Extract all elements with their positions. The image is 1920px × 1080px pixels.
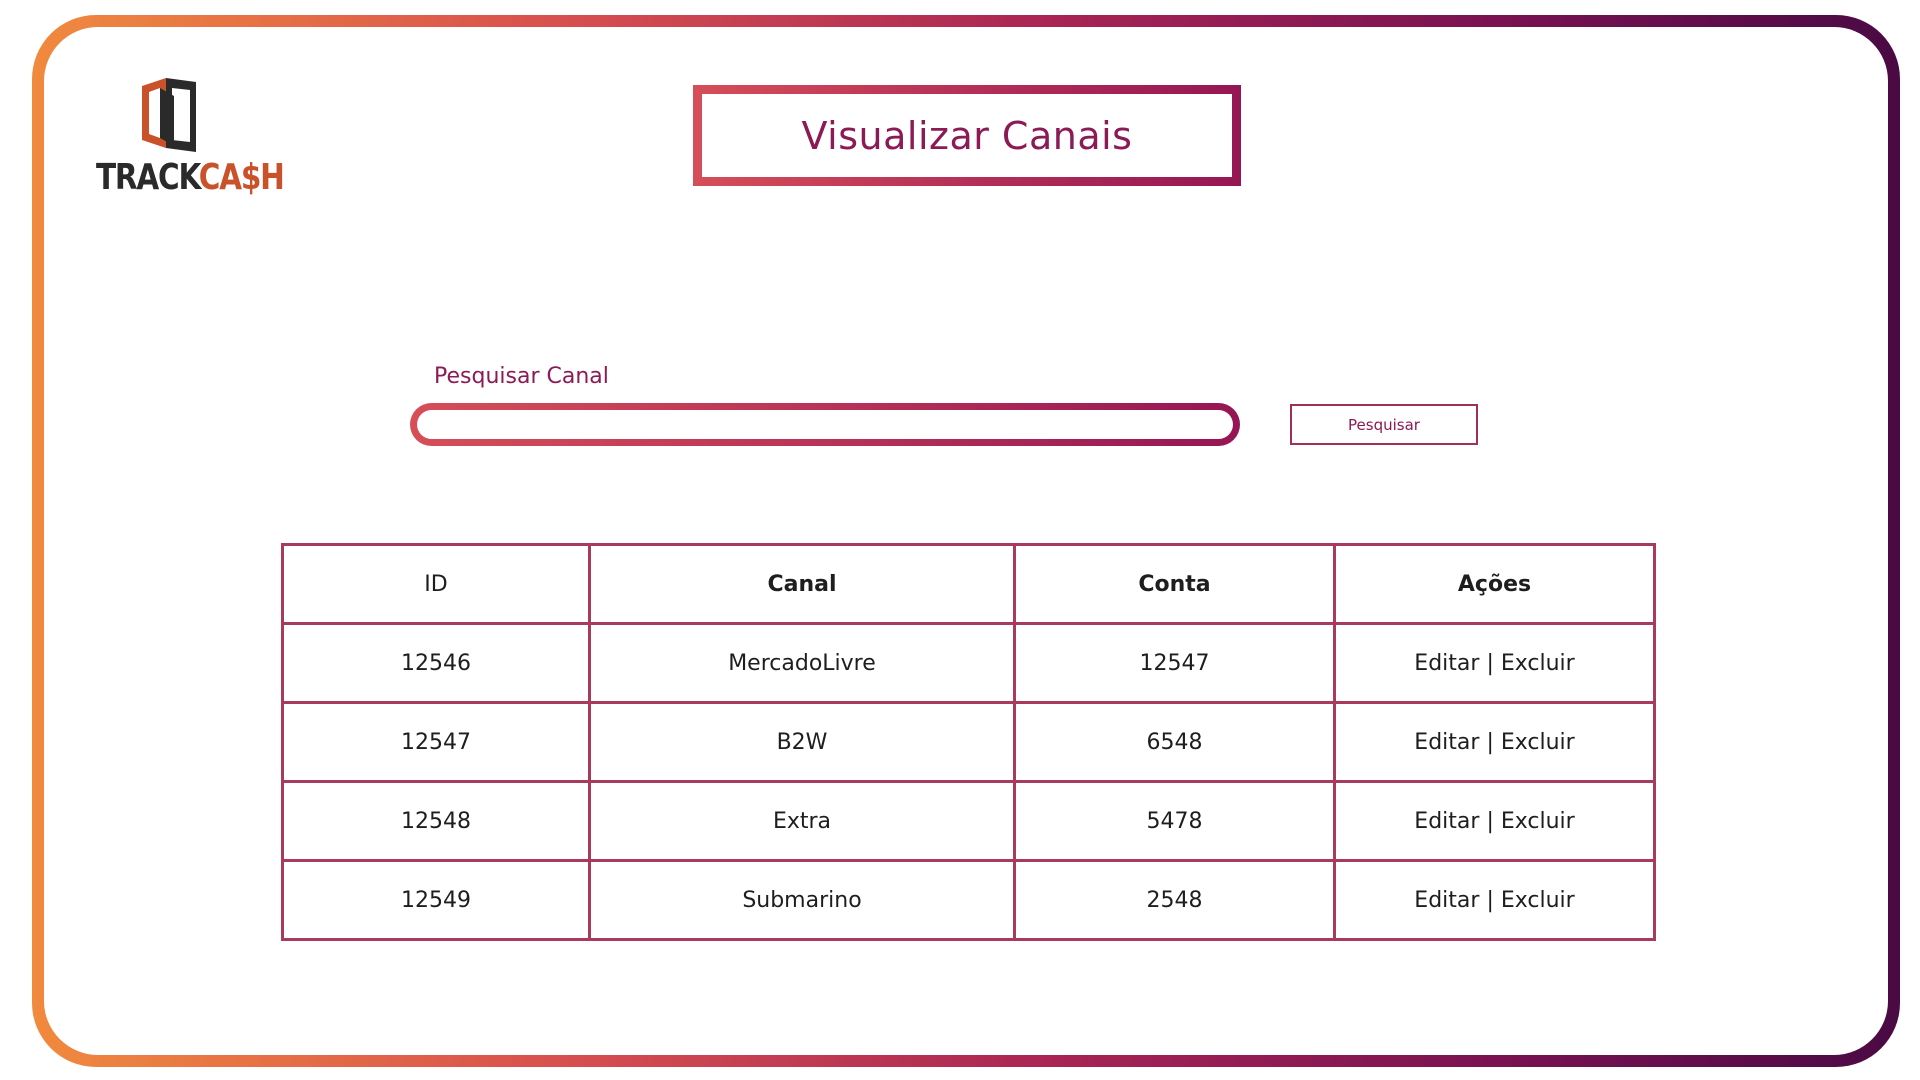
cell-canal: Submarino	[588, 859, 1016, 941]
table-row: 12546 MercadoLivre 12547 Editar | Exclui…	[281, 622, 1656, 704]
edit-link[interactable]: Editar	[1414, 809, 1479, 834]
actions-separator: |	[1486, 808, 1494, 834]
actions-separator: |	[1486, 729, 1494, 755]
cell-canal: MercadoLivre	[588, 622, 1016, 704]
table-row: 12549 Submarino 2548 Editar | Excluir	[281, 859, 1656, 941]
logo-text: TRACKCA$H	[96, 157, 285, 198]
trackcash-logo: TRACKCA$H	[96, 78, 285, 198]
cell-id: 12549	[281, 859, 591, 941]
cell-canal: B2W	[588, 701, 1016, 783]
trackcash-logo-icon	[142, 78, 196, 152]
page-title-box: Visualizar Canais	[693, 85, 1241, 186]
table-row: 12547 B2W 6548 Editar | Excluir	[281, 701, 1656, 783]
cell-conta: 2548	[1013, 859, 1336, 941]
cell-acoes: Editar | Excluir	[1333, 780, 1656, 862]
cell-id: 12547	[281, 701, 591, 783]
actions-separator: |	[1486, 650, 1494, 676]
cell-conta: 12547	[1013, 622, 1336, 704]
actions-separator: |	[1486, 887, 1494, 913]
cell-conta: 5478	[1013, 780, 1336, 862]
search-label: Pesquisar Canal	[434, 364, 609, 389]
column-header-id: ID	[281, 543, 591, 625]
search-button[interactable]: Pesquisar	[1290, 404, 1478, 445]
delete-link[interactable]: Excluir	[1501, 809, 1575, 834]
delete-link[interactable]: Excluir	[1501, 651, 1575, 676]
table-row: 12548 Extra 5478 Editar | Excluir	[281, 780, 1656, 862]
page-title: Visualizar Canais	[702, 94, 1232, 177]
edit-link[interactable]: Editar	[1414, 888, 1479, 913]
cell-id: 12548	[281, 780, 591, 862]
delete-link[interactable]: Excluir	[1501, 730, 1575, 755]
column-header-canal: Canal	[588, 543, 1016, 625]
search-input-border	[410, 403, 1240, 446]
column-header-conta: Conta	[1013, 543, 1336, 625]
cell-acoes: Editar | Excluir	[1333, 622, 1656, 704]
edit-link[interactable]: Editar	[1414, 651, 1479, 676]
logo-text-cash: CA$H	[198, 157, 285, 198]
delete-link[interactable]: Excluir	[1501, 888, 1575, 913]
logo-text-track: TRACK	[96, 157, 200, 198]
channels-table: ID Canal Conta Ações 12546 MercadoLivre …	[281, 543, 1656, 941]
edit-link[interactable]: Editar	[1414, 730, 1479, 755]
column-header-acoes: Ações	[1333, 543, 1656, 625]
cell-acoes: Editar | Excluir	[1333, 701, 1656, 783]
search-input[interactable]	[417, 410, 1233, 439]
table-header-row: ID Canal Conta Ações	[281, 543, 1656, 625]
cell-id: 12546	[281, 622, 591, 704]
cell-acoes: Editar | Excluir	[1333, 859, 1656, 941]
cell-conta: 6548	[1013, 701, 1336, 783]
cell-canal: Extra	[588, 780, 1016, 862]
